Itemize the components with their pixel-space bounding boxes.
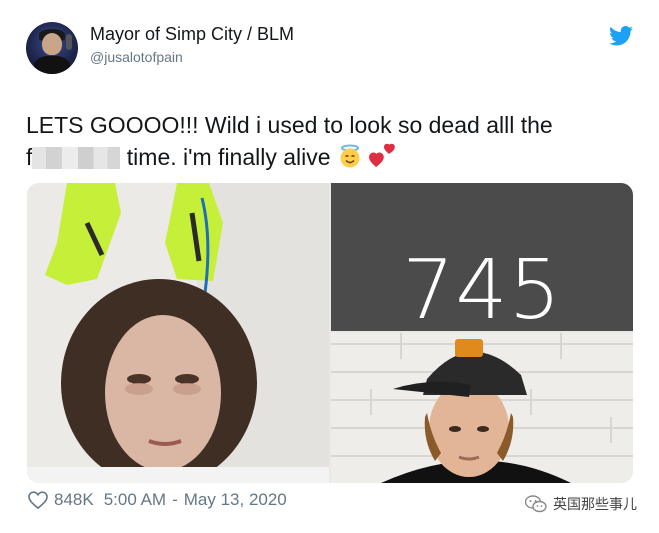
twitter-bird-icon[interactable] (609, 26, 633, 46)
time-separator: - (172, 490, 178, 509)
censored-blur (32, 147, 121, 169)
avatar[interactable] (26, 22, 78, 74)
halo-face-emoji-icon (340, 144, 360, 168)
heart-icon[interactable] (28, 491, 48, 509)
wechat-watermark: 英国那些事儿 (525, 494, 637, 514)
tweet-date[interactable]: May 13, 2020 (184, 490, 287, 510)
tweet-footer: 848K 5:00 AM - May 13, 2020 (28, 490, 287, 510)
avatar-shirt (34, 56, 70, 74)
two-hearts-emoji-icon (369, 143, 396, 167)
score-value: 745 (402, 243, 562, 338)
wechat-icon (525, 495, 547, 513)
tweet-text: LETS GOOOO!!! Wild i used to look so dea… (26, 109, 636, 173)
after-photo[interactable] (331, 333, 633, 483)
attractiveness-score-panel: 745 (331, 183, 633, 338)
tweet-text-line2: time. i'm finally alive (120, 144, 337, 170)
avatar-head (42, 33, 62, 55)
like-count[interactable]: 848K (54, 490, 94, 510)
tweet-text-line1: LETS GOOOO!!! Wild i used to look so dea… (26, 112, 553, 138)
before-photo[interactable] (27, 183, 329, 483)
tweet-time[interactable]: 5:00 AM (104, 490, 166, 510)
microphone-shape (66, 34, 72, 50)
after-photo-drawing (331, 333, 612, 483)
display-name[interactable]: Mayor of Simp City / BLM (90, 24, 294, 45)
media-grid[interactable]: 745 (27, 183, 633, 483)
before-photo-drawing (27, 183, 329, 483)
user-handle[interactable]: @jusalotofpain (90, 49, 183, 65)
watermark-text: 英国那些事儿 (553, 496, 637, 512)
